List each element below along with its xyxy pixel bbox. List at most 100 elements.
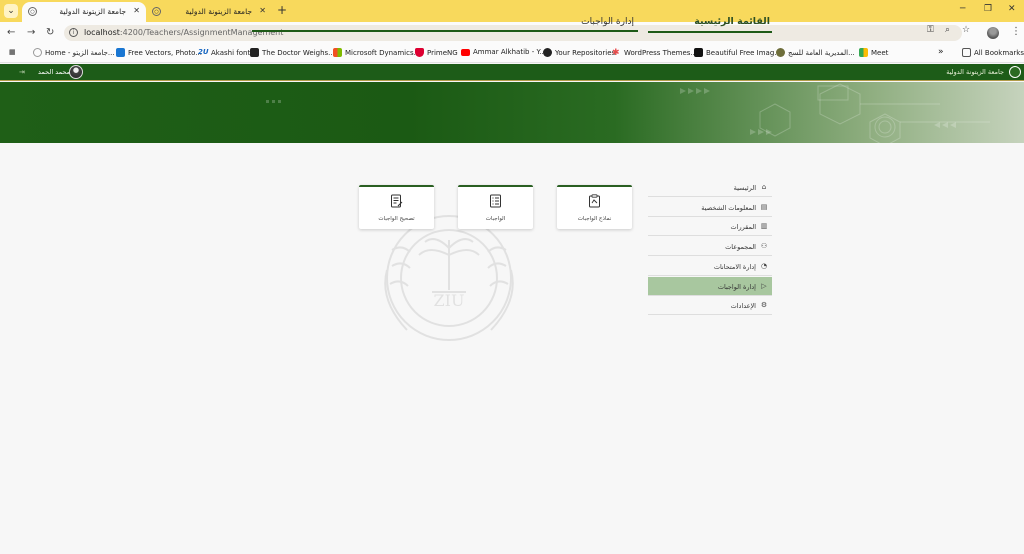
folder-icon	[962, 48, 971, 57]
restore-icon[interactable]: ❐	[984, 4, 992, 14]
university-logo-icon[interactable]	[1009, 66, 1021, 78]
sidebar-item-personal-info[interactable]: ▤ المعلومات الشخصية	[648, 198, 772, 217]
bookmark-item[interactable]: Your Repositories	[543, 48, 615, 57]
tab-close-icon[interactable]: ✕	[259, 6, 266, 15]
app-header: ⇥ محمد الحمد جامعة الزيتونة الدولية	[0, 64, 1024, 81]
bookmark-item[interactable]: Beautiful Free Imag...	[694, 48, 781, 57]
wordpress-themes-icon: ✱	[612, 48, 620, 58]
title-divider	[252, 30, 638, 32]
bookmark-label: Beautiful Free Imag...	[706, 48, 781, 57]
sidebar-item-groups[interactable]: ⚇ المجموعات	[648, 237, 772, 257]
zoom-icon[interactable]: ⌕	[945, 25, 950, 35]
bookmarks-overflow-icon[interactable]: »	[938, 47, 944, 57]
user-name[interactable]: محمد الحمد	[38, 68, 70, 76]
bookmark-item[interactable]: Ammar Alkhatib - Y...	[461, 48, 546, 56]
bookmark-label: Ammar Alkhatib - Y...	[473, 48, 546, 56]
id-card-icon: ▤	[760, 202, 768, 211]
sidebar-item-label: المقررات	[730, 223, 756, 232]
all-bookmarks[interactable]: All Bookmarks	[962, 48, 1024, 57]
password-key-icon[interactable]: ⚿	[927, 25, 934, 35]
bookmark-label: المديرية العامة للسج...	[788, 48, 855, 57]
bookmark-item[interactable]: Meet	[859, 48, 888, 57]
bookmark-item[interactable]: Free Vectors, Photo...	[116, 48, 202, 57]
site-info-icon[interactable]: i	[69, 28, 78, 37]
font-icon: 2U	[198, 48, 209, 56]
bookmark-star-icon[interactable]: ☆	[962, 25, 970, 35]
browser-menu-icon[interactable]: ⋮	[1011, 26, 1021, 37]
bookmark-item[interactable]: Home - جامعة الزيتو...	[33, 48, 115, 57]
bookmark-label: Meet	[871, 48, 889, 57]
bookmark-item[interactable]: PrimeNG	[415, 48, 458, 57]
card-label: الواجبات	[485, 216, 506, 222]
checklist-icon	[490, 194, 501, 208]
hero-banner	[0, 82, 1024, 143]
card-grade-assignments[interactable]: تصحيح الواجبات	[359, 185, 434, 229]
card-label: تصحيح الواجبات	[378, 216, 415, 222]
browser-toolbar: ← → ↻ i localhost:4200/Teachers/Assignme…	[0, 22, 1024, 44]
reload-icon[interactable]: ↻	[46, 27, 54, 38]
sidebar-divider	[648, 31, 772, 33]
sidebar-item-exams[interactable]: ◔ إدارة الامتحانات	[648, 257, 772, 276]
forward-icon[interactable]: →	[27, 27, 35, 38]
bookmark-item[interactable]: ✱ WordPress Themes...	[612, 48, 698, 58]
profile-avatar[interactable]	[987, 27, 999, 39]
bookmark-label: PrimeNG	[427, 48, 458, 57]
logout-icon[interactable]: ⇥	[19, 68, 25, 76]
sidebar-item-label: إدارة الامتحانات	[713, 262, 756, 271]
apps-grid-icon[interactable]: ▦	[9, 48, 16, 56]
address-bar[interactable]: i localhost:4200/Teachers/AssignmentMana…	[64, 25, 962, 41]
tab-search-icon[interactable]: ⌄	[4, 4, 18, 18]
tab-title: جامعة الزيتونة الدولية	[59, 7, 126, 16]
sidebar-item-label: المعلومات الشخصية	[701, 203, 756, 212]
clipboard-icon	[589, 194, 600, 208]
meet-icon	[859, 48, 868, 57]
bookmark-label: Microsoft Dynamics...	[345, 48, 421, 57]
youtube-icon	[461, 48, 470, 56]
sidebar-title: القائمة الرئيسية	[694, 16, 770, 27]
tab-close-icon[interactable]: ✕	[133, 6, 140, 15]
card-assignments[interactable]: الواجبات	[458, 185, 533, 229]
sidebar-item-courses[interactable]: ▥ المقررات	[648, 217, 772, 237]
tab-favicon-icon: ○	[28, 7, 37, 16]
minimize-icon[interactable]: ─	[960, 4, 965, 14]
back-icon[interactable]: ←	[7, 27, 15, 38]
grading-icon	[391, 194, 403, 208]
freepik-icon	[116, 48, 125, 57]
avatar[interactable]	[69, 65, 83, 79]
bookmark-label: Home - جامعة الزيتو...	[45, 48, 115, 57]
bookmark-label: Your Repositories	[555, 48, 616, 57]
tab-inactive[interactable]: ○ جامعة الزيتونة الدولية ✕	[146, 2, 272, 22]
directorate-icon	[776, 48, 785, 57]
sidebar-item-settings[interactable]: ⚙ الإعدادات	[648, 296, 772, 316]
bookmark-label: WordPress Themes...	[624, 48, 698, 57]
microsoft-icon	[333, 48, 342, 57]
sidebar-item-home[interactable]: ⌂ الرئيسية	[648, 178, 772, 197]
page-title: إدارة الواجبات	[581, 17, 634, 27]
play-icon: ▷	[761, 281, 767, 290]
url-host: localhost	[84, 28, 120, 37]
primeng-icon	[415, 48, 424, 57]
github-icon	[543, 48, 552, 57]
new-tab-icon[interactable]: +	[277, 4, 287, 16]
bookmark-item[interactable]: المديرية العامة للسج...	[776, 48, 855, 57]
bookmark-item[interactable]: Microsoft Dynamics...	[333, 48, 420, 57]
home-icon: ⌂	[761, 183, 767, 191]
card-assignment-templates[interactable]: نماذج الواجبات	[557, 185, 632, 229]
sidebar-item-label: المجموعات	[725, 243, 756, 252]
watermark-text: ZIU	[434, 291, 465, 310]
tab-active[interactable]: ○ جامعة الزيتونة الدولية ✕	[22, 2, 146, 22]
doctor-site-icon	[250, 48, 259, 57]
card-label: نماذج الواجبات	[577, 216, 612, 222]
university-name[interactable]: جامعة الزيتونة الدولية	[946, 68, 1004, 76]
bookmark-item[interactable]: The Doctor Weighs...	[250, 48, 335, 57]
tab-title: جامعة الزيتونة الدولية	[185, 7, 252, 16]
sidebar-item-label: إدارة الواجبات	[717, 282, 756, 291]
bookmark-item[interactable]: 2U Akashi font	[198, 48, 250, 57]
bookmark-label: Akashi font	[211, 48, 251, 57]
books-icon: ▥	[760, 222, 768, 231]
image-site-icon	[694, 48, 703, 57]
globe-icon	[33, 48, 42, 57]
sidebar-item-assignments[interactable]: ▷ إدارة الواجبات	[648, 276, 772, 296]
sidebar-item-label: الإعدادات	[730, 302, 756, 311]
window-close-icon[interactable]: ✕	[1008, 4, 1016, 14]
